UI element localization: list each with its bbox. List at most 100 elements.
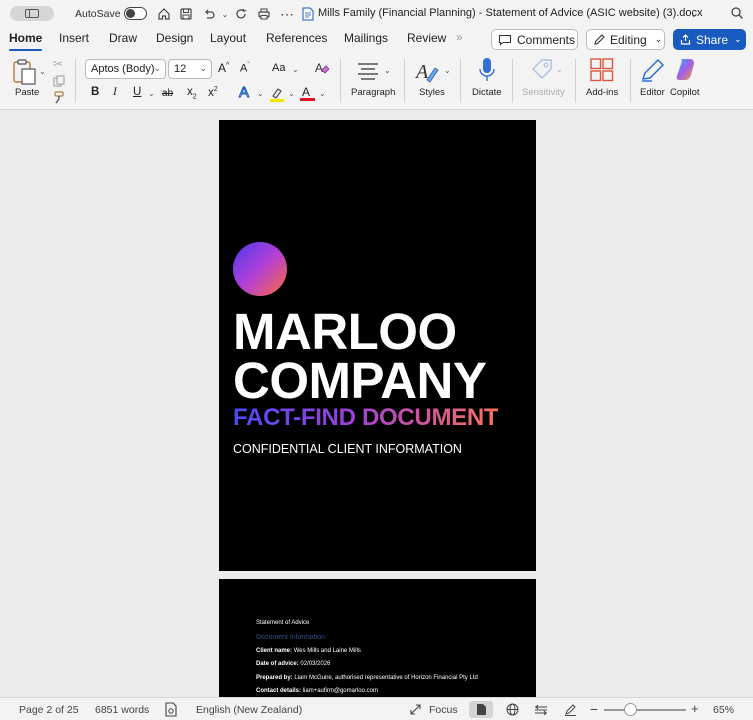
editor-icon[interactable] [640,57,666,88]
shrink-font-button[interactable]: Aˇ [240,62,250,75]
font-size-dropdown[interactable]: 12 ⌄ [168,59,212,79]
web-layout-view-button[interactable] [500,701,524,718]
focus-label[interactable]: Focus [429,704,458,716]
separator [75,59,76,103]
proofing-icon[interactable] [164,702,178,720]
format-painter-icon[interactable] [53,91,66,109]
sensitivity-label: Sensitivity [522,87,565,98]
share-button[interactable]: Share ⌄ [673,29,746,50]
language-indicator[interactable]: English (New Zealand) [196,704,302,716]
paragraph-chevron-down-icon[interactable]: ⌄ [384,66,391,75]
contact-label: Contact details: [256,688,302,694]
tab-mailings[interactable]: Mailings [344,31,388,45]
separator [340,59,341,103]
superscript-button[interactable]: x2 [208,86,218,99]
font-color-letter: A [302,85,311,99]
copilot-icon[interactable] [673,57,699,88]
globe-icon [506,703,518,716]
change-case-button[interactable]: Aa [272,62,285,74]
zoom-in-button[interactable]: + [691,701,699,716]
tab-review[interactable]: Review [407,31,446,45]
print-icon[interactable] [256,6,272,22]
cut-icon[interactable]: ✂ [53,57,63,71]
font-color-chevron-down-icon[interactable]: ⌄ [319,89,326,98]
paste-label: Paste [15,87,40,98]
share-label: Share [696,32,729,47]
zoom-slider-track[interactable] [604,709,686,711]
comments-button[interactable]: Comments [491,29,578,50]
font-name-dropdown[interactable]: Aptos (Body) ⌄ [85,59,166,79]
document-page-cover[interactable]: MARLOO COMPANY FACT-FIND DOCUMENT CONFID… [219,120,536,571]
add-ins-icon[interactable] [590,58,614,87]
prepared-by-label: Prepared by: [256,675,293,681]
title-bar: AutoSave ⌄ ⋯ Mills Family (Financial Pla… [0,0,753,27]
tab-layout[interactable]: Layout [210,31,246,45]
text-effects-button[interactable]: A [238,84,249,102]
zoom-out-button[interactable]: − [590,701,598,717]
document-title[interactable]: Mills Family (Financial Planning) - Stat… [318,7,703,19]
home-icon[interactable] [156,6,172,22]
zoom-level[interactable]: 65% [713,704,734,716]
strikethrough-button[interactable]: ab [162,88,173,99]
sidebar-toggle-button[interactable] [10,6,54,21]
styles-icon[interactable]: A [414,58,441,89]
draft-view-button[interactable] [558,701,582,718]
print-layout-view-button[interactable] [469,701,493,718]
tab-insert[interactable]: Insert [59,31,89,45]
undo-icon[interactable] [201,6,217,22]
page-header: Statement of Advice [256,620,310,626]
more-tabs-icon[interactable]: » [456,30,463,44]
microphone-icon[interactable] [478,57,496,88]
add-ins-label: Add-ins [586,87,619,98]
font-size-chevron-down-icon: ⌄ [199,63,207,73]
copy-icon[interactable] [53,74,65,92]
read-mode-view-button[interactable] [529,701,553,718]
cover-subtitle: FACT-FIND DOCUMENT [233,404,499,431]
underline-chevron-down-icon[interactable]: ⌄ [148,89,155,98]
bold-button[interactable]: B [91,86,99,98]
text-effects-chevron-down-icon[interactable]: ⌄ [257,89,264,98]
document-canvas[interactable]: MARLOO COMPANY FACT-FIND DOCUMENT CONFID… [0,110,753,697]
font-name-chevron-down-icon: ⌄ [153,63,161,73]
title-chevron-down-icon[interactable]: ⌄ [686,6,702,22]
document-page-2[interactable]: Statement of Advice Document Information… [219,579,536,697]
tab-draw[interactable]: Draw [109,31,137,45]
page-counter[interactable]: Page 2 of 25 [19,704,79,716]
sensitivity-icon [530,57,554,86]
tab-references[interactable]: References [266,31,327,45]
focus-icon[interactable] [409,703,422,719]
autosave-toggle[interactable] [124,7,147,20]
svg-text:A: A [315,61,323,75]
change-case-chevron-down-icon[interactable]: ⌄ [292,65,299,74]
separator [404,59,405,103]
contact-value: liam+aufirm@gomarloo.com [302,688,378,694]
status-bar: Page 2 of 25 6851 words English (New Zea… [0,697,753,720]
undo-dropdown-icon[interactable]: ⌄ [217,6,233,22]
italic-button[interactable]: I [113,86,117,98]
grow-font-label: A [218,61,227,75]
highlight-icon[interactable] [269,86,285,107]
underline-button[interactable]: U [133,86,141,98]
highlight-chevron-down-icon[interactable]: ⌄ [288,89,295,98]
editing-mode-button[interactable]: Editing ⌄ [586,29,665,50]
zoom-slider-thumb[interactable] [623,703,637,716]
comment-icon [498,34,512,46]
subscript-button[interactable]: x2 [187,86,197,100]
separator [512,59,513,103]
pencil-icon [594,34,605,45]
redo-icon[interactable] [233,6,249,22]
tab-home[interactable]: Home [9,31,43,51]
paste-chevron-down-icon[interactable]: ⌄ [39,67,46,76]
dictate-label: Dictate [472,87,502,98]
more-icon[interactable]: ⋯ [279,6,295,22]
word-count[interactable]: 6851 words [95,704,149,716]
font-color-button[interactable]: A [300,85,316,102]
search-icon[interactable] [730,6,746,22]
paragraph-icon[interactable] [356,61,380,86]
styles-chevron-down-icon[interactable]: ⌄ [444,66,451,75]
grow-font-button[interactable]: A^ [218,61,229,75]
section-heading: Document Information [256,634,325,641]
tab-design[interactable]: Design [156,31,193,45]
clear-formatting-icon[interactable]: A [314,60,330,81]
save-icon[interactable] [178,6,194,22]
